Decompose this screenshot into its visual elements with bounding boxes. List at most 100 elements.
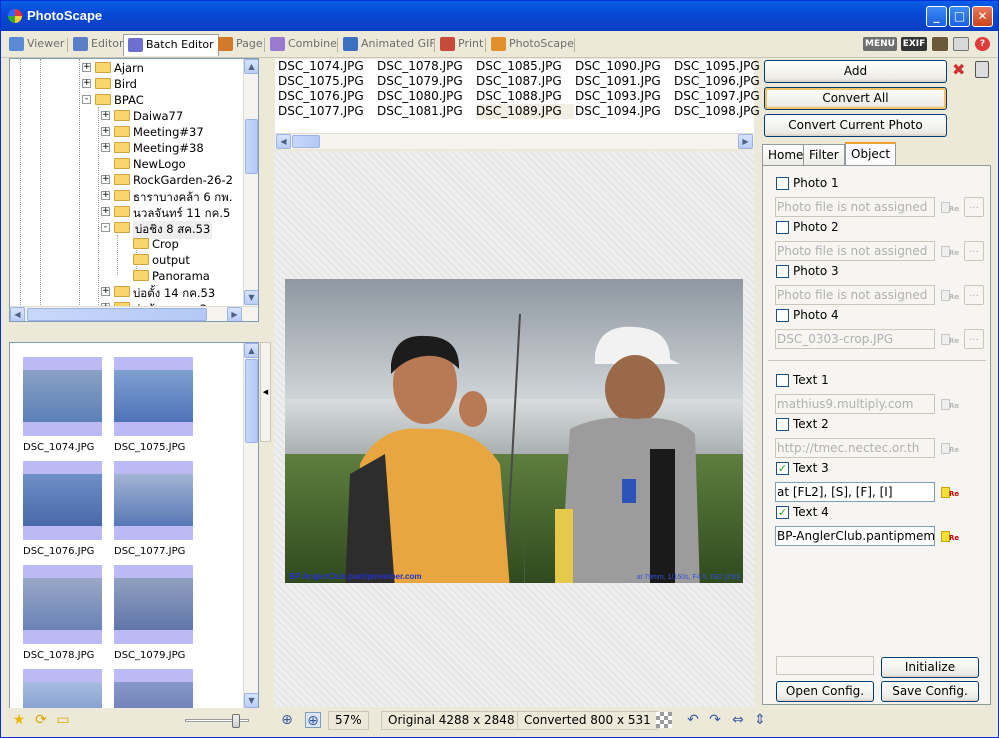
thumbnail-item[interactable]: DSC_1078.JPG	[23, 565, 103, 661]
file-list-item[interactable]: DSC_1074.JPG	[278, 59, 376, 74]
scroll-thumb[interactable]	[245, 119, 258, 174]
folder-tree[interactable]: + Ajarn + Bird - BPAC + Daiwa77 + Meeting#37 + Meet…	[9, 58, 259, 322]
convert-current-photo-button[interactable]: Convert Current Photo	[764, 114, 947, 137]
thumbnail-item[interactable]: DSC_1079.JPG	[114, 565, 194, 661]
text-3-value-field[interactable]: at [FL2], [S], [F], [I]	[775, 482, 935, 502]
file-list-item[interactable]: DSC_1096.JPG	[674, 74, 772, 89]
file-list-item[interactable]: DSC_1090.JPG	[575, 59, 673, 74]
file-list-item[interactable]: DSC_1094.JPG	[575, 104, 673, 119]
thumbnail-list[interactable]: DSC_1074.JPG DSC_1075.JPG DSC_1076.JPG DSC_…	[9, 342, 259, 709]
file-list-item[interactable]: DSC_1091.JPG	[575, 74, 673, 89]
file-list-item[interactable]: DSC_1095.JPG	[674, 59, 772, 74]
initialize-button[interactable]: Initialize	[881, 657, 979, 678]
checkbox[interactable]	[776, 265, 789, 278]
object-edit-icon[interactable]: Re	[940, 331, 959, 347]
expand-icon[interactable]: +	[101, 191, 110, 200]
object-edit-icon[interactable]: Re	[940, 243, 959, 259]
object-edit-icon[interactable]: Re	[940, 440, 959, 456]
file-list-item[interactable]: DSC_1085.JPG	[476, 59, 574, 74]
file-list-item[interactable]: DSC_1075.JPG	[278, 74, 376, 89]
collapse-panel-handle[interactable]: ◀	[260, 342, 271, 442]
expand-icon[interactable]: +	[82, 79, 91, 88]
file-list-item[interactable]: DSC_1098.JPG	[674, 104, 772, 119]
exif-icon[interactable]: EXIF	[901, 37, 927, 51]
photo-4-value-field[interactable]: DSC_0303-crop.JPG	[775, 329, 935, 349]
text-2-value-field[interactable]: http://tmec.nectec.or.th	[775, 438, 935, 458]
text-4-value-field[interactable]: BP-AnglerClub.pantipmember.com	[775, 526, 935, 546]
scroll-thumb[interactable]	[292, 135, 320, 148]
slider-knob[interactable]	[232, 714, 240, 728]
expand-icon[interactable]: +	[82, 63, 91, 72]
favorite-star-icon[interactable]: ★	[11, 712, 27, 728]
browse-file-button[interactable]: ...	[964, 329, 984, 349]
checkbox[interactable]	[776, 221, 789, 234]
collapse-icon[interactable]: -	[82, 95, 91, 104]
browse-file-button[interactable]: ...	[964, 197, 984, 217]
object-edit-icon[interactable]: Re	[940, 287, 959, 303]
expand-icon[interactable]: +	[101, 111, 110, 120]
copy-windows-icon[interactable]	[953, 37, 969, 51]
file-list-horizontal-scrollbar[interactable]: ◀ ▶	[275, 133, 754, 149]
file-list-item[interactable]: DSC_1077.JPG	[278, 104, 376, 119]
file-list[interactable]: DSC_1074.JPG DSC_1075.JPG DSC_1076.JPG DSC_…	[274, 58, 760, 149]
tab-print[interactable]: Print	[436, 34, 487, 56]
scroll-right-arrow-icon[interactable]: ▶	[738, 134, 753, 149]
scroll-up-arrow-icon[interactable]: ▲	[244, 343, 258, 358]
checkbox[interactable]	[776, 418, 789, 431]
maximize-button[interactable]: □	[949, 6, 970, 27]
checkbox[interactable]	[776, 309, 789, 322]
checkbox[interactable]	[776, 374, 789, 387]
file-list-item[interactable]: DSC_1097.JPG	[674, 89, 772, 104]
minimize-button[interactable]: _	[926, 6, 947, 27]
file-list-item[interactable]: DSC_1081.JPG	[377, 104, 475, 119]
checkbox[interactable]: ✓	[776, 462, 789, 475]
thumbnail-item[interactable]: DSC_1074.JPG	[23, 357, 103, 453]
open-config-button[interactable]: Open Config.	[776, 681, 874, 702]
zoom-fit-icon[interactable]: ⊕	[279, 712, 295, 728]
config-name-field[interactable]	[776, 656, 874, 675]
refresh-icon[interactable]: ⟳	[33, 712, 49, 728]
rotate-right-icon[interactable]: ↷	[707, 712, 723, 728]
flip-vertical-icon[interactable]: ⇕	[752, 712, 768, 728]
photo-3-value-field[interactable]: Photo file is not assigned	[775, 285, 935, 305]
object-edit-icon[interactable]: Re	[940, 199, 959, 215]
scroll-left-arrow-icon[interactable]: ◀	[276, 134, 291, 149]
tab-animated-gif[interactable]: Animated GIF	[339, 34, 440, 56]
scroll-up-arrow-icon[interactable]: ▲	[244, 59, 258, 74]
tab-viewer[interactable]: Viewer	[5, 34, 68, 56]
add-button[interactable]: Add	[764, 60, 947, 83]
expand-icon[interactable]: +	[101, 175, 110, 184]
tab-editor[interactable]: Editor	[69, 34, 128, 56]
file-list-item[interactable]: DSC_1089.JPG	[476, 104, 574, 119]
flip-horizontal-icon[interactable]: ⇔	[730, 712, 746, 728]
object-edit-icon[interactable]: Re	[940, 396, 959, 412]
browse-file-button[interactable]: ...	[964, 285, 984, 305]
thumbnail-item[interactable]: DSC_1076.JPG	[23, 461, 103, 557]
expand-icon[interactable]: +	[101, 143, 110, 152]
trash-icon[interactable]	[975, 61, 989, 78]
photo-2-value-field[interactable]: Photo file is not assigned	[775, 241, 935, 261]
convert-all-button[interactable]: Convert All	[764, 87, 947, 110]
file-list-item[interactable]: DSC_1076.JPG	[278, 89, 376, 104]
tab-photoscape[interactable]: PhotoScape	[487, 34, 578, 56]
file-list-item[interactable]: DSC_1088.JPG	[476, 89, 574, 104]
file-list-item[interactable]: DSC_1080.JPG	[377, 89, 475, 104]
file-list-item[interactable]: DSC_1079.JPG	[377, 74, 475, 89]
thumbnail-item[interactable]: DSC_1077.JPG	[114, 461, 194, 557]
rotate-left-icon[interactable]: ↶	[685, 712, 701, 728]
thumbnail-item[interactable]	[23, 669, 103, 708]
folder-open-icon[interactable]: ▭	[55, 712, 71, 728]
scroll-down-arrow-icon[interactable]: ▼	[244, 290, 258, 305]
expand-icon[interactable]: +	[101, 127, 110, 136]
thumbnail-size-slider[interactable]	[185, 714, 249, 728]
scroll-right-arrow-icon[interactable]: ▶	[227, 307, 242, 321]
help-icon[interactable]: ?	[975, 37, 990, 51]
text-1-value-field[interactable]: mathius9.multiply.com	[775, 394, 935, 414]
scroll-down-arrow-icon[interactable]: ▼	[244, 693, 258, 708]
file-list-item[interactable]: DSC_1093.JPG	[575, 89, 673, 104]
remove-icon[interactable]: ✖	[952, 62, 968, 78]
photo-1-value-field[interactable]: Photo file is not assigned	[775, 197, 935, 217]
save-config-button[interactable]: Save Config.	[881, 681, 979, 702]
preview-photo[interactable]: BP-AnglerClub.pantipmember.com at 79mm, …	[285, 279, 743, 583]
close-button[interactable]: ✕	[972, 6, 993, 27]
